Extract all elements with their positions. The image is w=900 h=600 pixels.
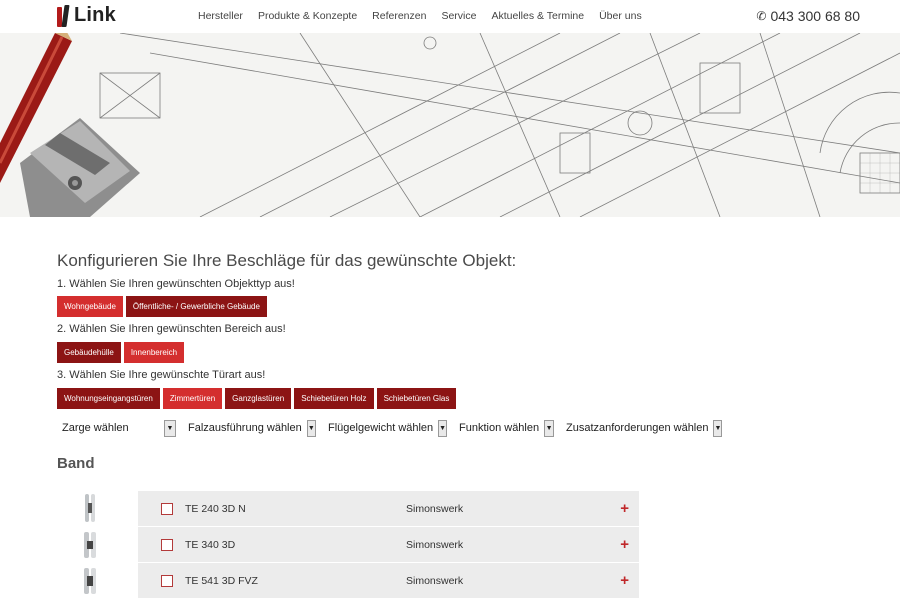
plus-icon[interactable]: + bbox=[620, 500, 629, 517]
phone-link[interactable]: ✆ 043 300 68 80 bbox=[756, 8, 860, 24]
triangle-down-icon: ▼ bbox=[544, 419, 554, 437]
main-nav: Hersteller Produkte & Konzepte Referenze… bbox=[198, 10, 657, 22]
falzausfuehrung-select-label: Falzausführung wählen bbox=[188, 422, 302, 434]
product-row[interactable]: TE 340 3D Simonswerk + bbox=[138, 527, 639, 562]
triangle-down-icon: ▼ bbox=[164, 419, 176, 437]
triangle-down-icon: ▼ bbox=[438, 419, 448, 437]
product-manufacturer: Simonswerk bbox=[406, 538, 464, 551]
bereich-gebaeudehuelle-button[interactable]: Gebäudehülle bbox=[57, 342, 121, 363]
step-1-buttons: Wohngebäude Öffentliche- / Gewerbliche G… bbox=[57, 296, 267, 317]
objekttyp-wohngebaeude-button[interactable]: Wohngebäude bbox=[57, 296, 123, 317]
page-title: Konfigurieren Sie Ihre Beschläge für das… bbox=[57, 251, 517, 270]
nav-item-aktuelles[interactable]: Aktuelles & Termine bbox=[491, 10, 584, 22]
site-header: Link Hersteller Produkte & Konzepte Refe… bbox=[0, 0, 900, 33]
nav-item-referenzen[interactable]: Referenzen bbox=[372, 10, 426, 22]
nav-item-ueber-uns[interactable]: Über uns bbox=[599, 10, 642, 22]
product-code: TE 340 3D bbox=[185, 538, 236, 551]
product-code: TE 541 3D FVZ bbox=[185, 574, 258, 587]
product-checkbox[interactable] bbox=[161, 538, 173, 551]
blueprint-image bbox=[0, 33, 900, 217]
logo-mark-icon bbox=[57, 4, 71, 27]
step-2-label: 2. Wählen Sie Ihren gewünschten Bereich … bbox=[57, 323, 286, 335]
phone-icon: ✆ bbox=[756, 9, 767, 23]
phone-number: 043 300 68 80 bbox=[770, 8, 860, 24]
objekttyp-oeffentlich-button[interactable]: Öffentliche- / Gewerbliche Gebäude bbox=[125, 296, 267, 317]
logo[interactable]: Link bbox=[57, 4, 116, 27]
triangle-down-icon: ▼ bbox=[306, 419, 316, 437]
funktion-select[interactable]: Funktion wählen ▼ bbox=[454, 418, 554, 438]
product-row[interactable]: TE 541 3D FVZ Simonswerk + bbox=[138, 563, 639, 598]
nav-item-hersteller[interactable]: Hersteller bbox=[198, 10, 243, 22]
product-row[interactable]: TE 240 3D N Simonswerk + bbox=[138, 491, 639, 526]
product-manufacturer: Simonswerk bbox=[406, 574, 464, 587]
step-3-label: 3. Wählen Sie Ihre gewünschte Türart aus… bbox=[57, 369, 266, 381]
tuerart-schiebe-holz-button[interactable]: Schiebetüren Holz bbox=[294, 388, 374, 409]
tuerart-schiebe-glas-button[interactable]: Schiebetüren Glas bbox=[376, 388, 457, 409]
product-checkbox[interactable] bbox=[161, 574, 173, 587]
hero-banner bbox=[0, 33, 900, 217]
product-code: TE 240 3D N bbox=[185, 502, 246, 515]
hinge-image bbox=[85, 494, 95, 522]
step-2-buttons: Gebäudehülle Innenbereich bbox=[57, 342, 185, 363]
zarge-select[interactable]: Zarge wählen ▼ bbox=[57, 418, 176, 438]
zarge-select-label: Zarge wählen bbox=[62, 422, 129, 434]
zusatzanforderungen-select[interactable]: Zusatzanforderungen wählen ▼ bbox=[561, 418, 723, 438]
tuerart-ganzglas-button[interactable]: Ganzglastüren bbox=[225, 388, 292, 409]
tuerart-zimmertueren-button[interactable]: Zimmertüren bbox=[162, 388, 223, 409]
falzausfuehrung-select[interactable]: Falzausführung wählen ▼ bbox=[183, 418, 316, 438]
product-checkbox[interactable] bbox=[161, 502, 173, 515]
product-list: TE 240 3D N Simonswerk + TE 340 3D Simon… bbox=[138, 491, 639, 599]
section-title-band: Band bbox=[57, 455, 95, 472]
hinge-image bbox=[84, 532, 96, 558]
nav-item-produkte[interactable]: Produkte & Konzepte bbox=[258, 10, 357, 22]
hinge-image bbox=[84, 568, 96, 594]
fluegelgewicht-select[interactable]: Flügelgewicht wählen ▼ bbox=[323, 418, 448, 438]
funktion-select-label: Funktion wählen bbox=[459, 422, 540, 434]
bereich-innenbereich-button[interactable]: Innenbereich bbox=[123, 342, 185, 363]
fluegelgewicht-select-label: Flügelgewicht wählen bbox=[328, 422, 434, 434]
step-1-label: 1. Wählen Sie Ihren gewünschten Objektty… bbox=[57, 278, 295, 290]
filter-bar: Zarge wählen ▼ Falzausführung wählen ▼ F… bbox=[57, 418, 723, 438]
zusatzanforderungen-select-label: Zusatzanforderungen wählen bbox=[566, 422, 709, 434]
plus-icon[interactable]: + bbox=[620, 572, 629, 589]
logo-text: Link bbox=[74, 4, 116, 26]
triangle-down-icon: ▼ bbox=[713, 419, 723, 437]
tuerart-wohnungseingang-button[interactable]: Wohnungseingangstüren bbox=[57, 388, 160, 409]
step-3-buttons: Wohnungseingangstüren Zimmertüren Ganzgl… bbox=[57, 388, 457, 409]
nav-item-service[interactable]: Service bbox=[441, 10, 476, 22]
product-manufacturer: Simonswerk bbox=[406, 502, 464, 515]
plus-icon[interactable]: + bbox=[620, 536, 629, 553]
